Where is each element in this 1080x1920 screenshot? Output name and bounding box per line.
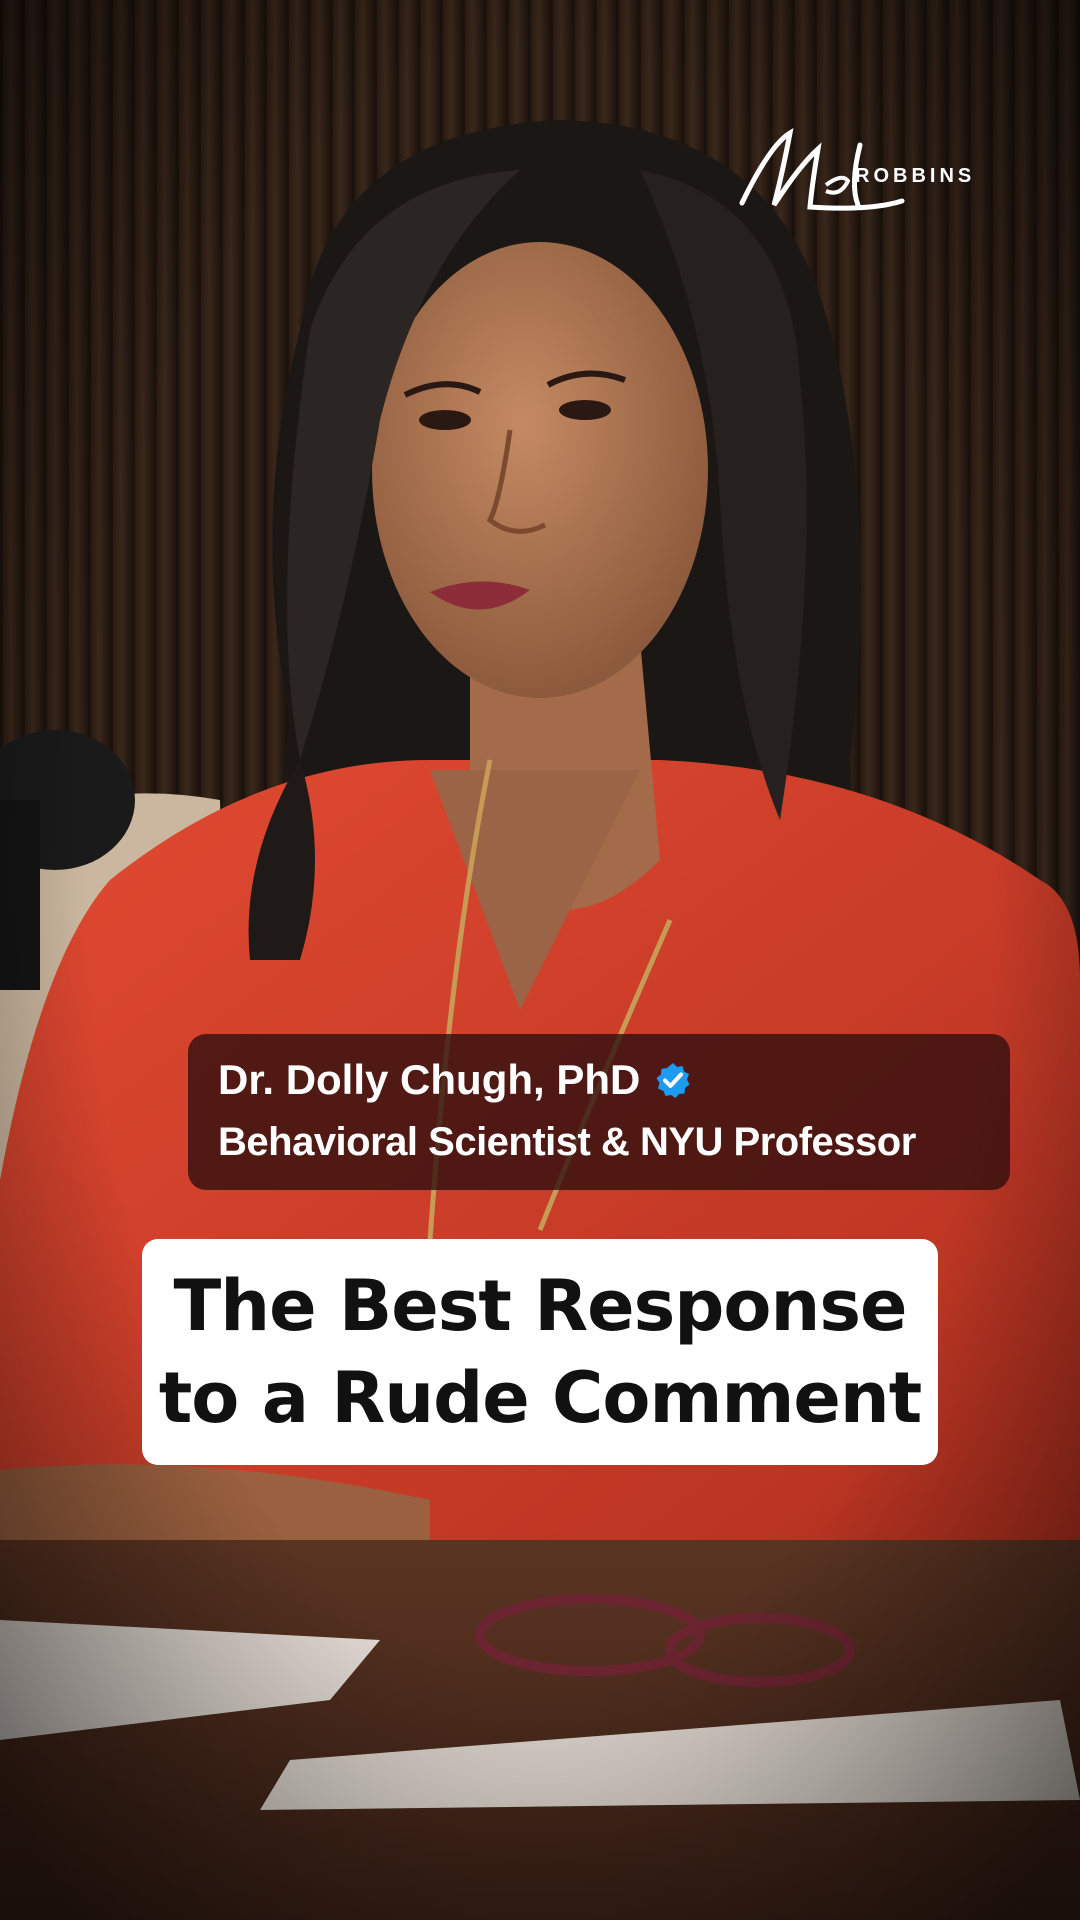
video-frame-photo: [0, 0, 1080, 1920]
brand-logo: ROBBINS: [730, 125, 1000, 225]
guest-lower-third: Dr. Dolly Chugh, PhD Behavioral Scientis…: [188, 1034, 1010, 1190]
guest-title: Behavioral Scientist & NYU Professor: [218, 1120, 916, 1164]
brand-wordmark: ROBBINS: [855, 165, 976, 187]
guest-name: Dr. Dolly Chugh, PhD: [218, 1056, 641, 1103]
headline-card: The Best Response to a Rude Comment: [142, 1239, 938, 1465]
verified-check-icon: [654, 1061, 692, 1099]
headline-line-2: to a Rude Comment: [158, 1357, 922, 1439]
guest-name-row: Dr. Dolly Chugh, PhD: [218, 1056, 692, 1104]
headline-line-1: The Best Response: [173, 1265, 908, 1347]
